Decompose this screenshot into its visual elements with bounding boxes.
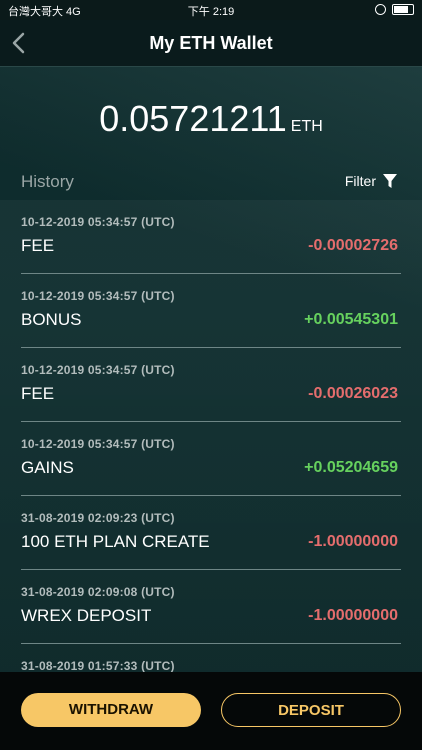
battery-icon bbox=[392, 4, 414, 15]
transaction-amount: -1.00000000 bbox=[308, 607, 398, 624]
transaction-timestamp: 10-12-2019 05:34:57 (UTC) bbox=[21, 215, 175, 229]
balance-unit: ETH bbox=[290, 118, 323, 135]
transaction-row[interactable]: 10-12-2019 05:34:57 (UTC) FEE -0.0000272… bbox=[21, 200, 401, 274]
transaction-type: WREX DEPOSIT bbox=[21, 606, 152, 625]
history-title: History bbox=[21, 172, 74, 191]
funnel-icon bbox=[383, 174, 397, 188]
balance-display: 0.05721211 ETH bbox=[0, 98, 422, 140]
page-title: My ETH Wallet bbox=[149, 33, 273, 53]
transaction-timestamp: 31-08-2019 02:09:23 (UTC) bbox=[21, 511, 175, 525]
transaction-type: FEE bbox=[21, 384, 55, 403]
balance-amount: 0.05721211 bbox=[99, 98, 287, 139]
status-bar: 台灣大哥大 4G 下午 2:19 bbox=[0, 0, 422, 20]
transaction-amount: -0.00026023 bbox=[308, 385, 398, 402]
history-header: History Filter bbox=[21, 172, 398, 194]
transaction-amount: -0.00002726 bbox=[308, 237, 398, 254]
transaction-row[interactable]: 31-08-2019 02:09:08 (UTC) WREX DEPOSIT -… bbox=[21, 570, 401, 644]
nav-bar: My ETH Wallet bbox=[0, 20, 422, 67]
transaction-list[interactable]: 10-12-2019 05:34:57 (UTC) FEE -0.0000272… bbox=[0, 200, 422, 672]
filter-label: Filter bbox=[344, 173, 376, 189]
transaction-row[interactable]: 31-08-2019 01:57:33 (UTC) bbox=[21, 644, 401, 672]
transaction-row[interactable]: 31-08-2019 02:09:23 (UTC) 100 ETH PLAN C… bbox=[21, 496, 401, 570]
transaction-timestamp: 10-12-2019 05:34:57 (UTC) bbox=[21, 437, 175, 451]
transaction-type: GAINS bbox=[21, 458, 74, 477]
deposit-button[interactable]: DEPOSIT bbox=[221, 693, 401, 727]
transaction-type: BONUS bbox=[21, 310, 82, 329]
transaction-timestamp: 31-08-2019 02:09:08 (UTC) bbox=[21, 585, 175, 599]
transaction-row[interactable]: 10-12-2019 05:34:57 (UTC) BONUS +0.00545… bbox=[21, 274, 401, 348]
filter-button[interactable]: Filter bbox=[345, 173, 398, 189]
transaction-timestamp: 10-12-2019 05:34:57 (UTC) bbox=[21, 289, 175, 303]
status-icons bbox=[375, 4, 414, 15]
transaction-row[interactable]: 10-12-2019 05:34:57 (UTC) FEE -0.0002602… bbox=[21, 348, 401, 422]
clock: 下午 2:19 bbox=[187, 6, 235, 18]
transaction-row[interactable]: 10-12-2019 05:34:57 (UTC) GAINS +0.05204… bbox=[21, 422, 401, 496]
transaction-type: 100 ETH PLAN CREATE bbox=[21, 532, 210, 551]
withdraw-button[interactable]: WITHDRAW bbox=[21, 693, 201, 727]
transaction-amount: +0.05204659 bbox=[304, 459, 398, 476]
alarm-icon bbox=[375, 4, 386, 15]
transaction-amount: -1.00000000 bbox=[308, 533, 398, 550]
transaction-type: FEE bbox=[21, 236, 55, 255]
transaction-amount: +0.00545301 bbox=[304, 311, 398, 328]
transaction-timestamp: 10-12-2019 05:34:57 (UTC) bbox=[21, 363, 175, 377]
transaction-timestamp: 31-08-2019 01:57:33 (UTC) bbox=[21, 659, 175, 672]
action-bar: WITHDRAW DEPOSIT bbox=[0, 672, 422, 750]
